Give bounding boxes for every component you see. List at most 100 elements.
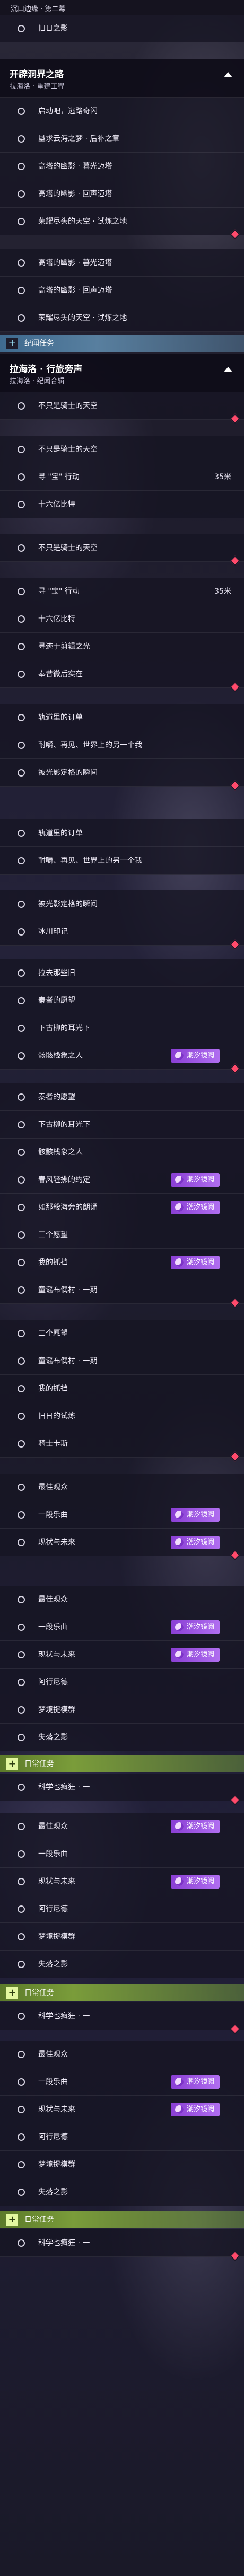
quest-item[interactable]: 高塔的幽影 · 回声迈塔: [0, 180, 244, 208]
quest-item[interactable]: 最佳观众: [0, 1474, 244, 1501]
quest-item[interactable]: 最佳观众: [0, 2041, 244, 2068]
quest-item[interactable]: 最佳观众 潮汐镜阙: [0, 1813, 244, 1840]
quest-item[interactable]: 旧日的试炼: [0, 1402, 244, 1430]
quest-label: 被光影定格的瞬间: [38, 769, 98, 777]
quest-item[interactable]: 高塔的幽影 · 暮光迈塔: [0, 249, 244, 277]
quest-item[interactable]: 寻 "宝" 行动 35米: [0, 463, 244, 491]
quest-item[interactable]: 现状与未来 潮汐镜阙: [0, 2096, 244, 2123]
quest-label: 骸骸栈象之人: [38, 1052, 83, 1060]
quest-item[interactable]: 最佳观众: [0, 1586, 244, 1613]
quest-item[interactable]: 寻迹于剪辑之光: [0, 633, 244, 660]
quest-item[interactable]: 梦境捉模群: [0, 1696, 244, 1724]
quest-item[interactable]: 一段乐曲 潮汐镜阙: [0, 2068, 244, 2096]
quest-item[interactable]: 骸骸栈象之人: [0, 1139, 244, 1166]
quest-item[interactable]: 拉去那些旧: [0, 959, 244, 987]
quest-status-ring-icon: [18, 1484, 25, 1491]
quest-item[interactable]: 高塔的幽影 · 回声迈塔: [0, 277, 244, 304]
quest-label: 下古柳的耳光下: [38, 1121, 90, 1129]
legend-quest-tag[interactable]: + 纪闻任务: [0, 335, 244, 352]
quest-item[interactable]: 荣耀尽头的天空 · 试炼之地: [0, 208, 244, 240]
quest-item[interactable]: 一段乐曲 潮汐镜阙: [0, 1501, 244, 1529]
quest-item[interactable]: 冰川印记: [0, 918, 244, 950]
quest-item[interactable]: 阿行尼德: [0, 1895, 244, 1923]
quest-label: 科学也疯狂 · 一: [38, 2012, 90, 2021]
quest-item[interactable]: 科学也疯狂 · 一: [0, 1774, 244, 1805]
quest-label: 高塔的幽影 · 暮光迈塔: [38, 162, 112, 171]
section-header[interactable]: 拉海洛 · 行旅旁声 拉海洛 · 纪闻合辑: [0, 354, 244, 392]
quest-item[interactable]: 秦者的愿望: [0, 1083, 244, 1111]
quest-item[interactable]: 秦者的愿望: [0, 987, 244, 1014]
quest-item[interactable]: 启动吧，逃路奇闪: [0, 98, 244, 125]
quest-label: 失落之影: [38, 1960, 68, 1969]
event-badge-label: 潮汐镜阙: [186, 1511, 214, 1519]
quest-item[interactable]: 骑士卡斯: [0, 1430, 244, 1462]
quest-item[interactable]: 现状与未来 潮汐镜阙: [0, 1529, 244, 1560]
quest-item[interactable]: 科学也疯狂 · 一: [0, 2229, 244, 2261]
quest-item[interactable]: 现状与未来 潮汐镜阙: [0, 1868, 244, 1895]
quest-item[interactable]: 垦求云海之梦 · 后补之章: [0, 125, 244, 153]
event-badge-label: 潮汐镜阙: [186, 1258, 214, 1266]
quest-item[interactable]: 耐嚼、再见、世界上的另一个我: [0, 847, 244, 875]
quest-item[interactable]: 十六亿比特: [0, 605, 244, 633]
quest-label: 下古柳的耳光下: [38, 1024, 90, 1033]
moon-icon: [175, 2105, 184, 2114]
quest-status-ring-icon: [18, 1850, 25, 1858]
quest-item[interactable]: 旧日之影: [0, 15, 244, 42]
quest-item[interactable]: 十六亿比特: [0, 491, 244, 518]
quest-item[interactable]: 梦境捉模群: [0, 1923, 244, 1951]
collapse-chevron-icon[interactable]: [224, 72, 232, 77]
quest-status-ring-icon: [18, 1878, 25, 1885]
daily-quest-tag[interactable]: + 日常任务: [0, 1755, 244, 1772]
quest-item[interactable]: 奉昔微后实在: [0, 660, 244, 692]
quest-item[interactable]: 三个愿望: [0, 1221, 244, 1249]
quest-status-ring-icon: [18, 1905, 25, 1913]
quest-item[interactable]: 不只是骑士的天空: [0, 534, 244, 566]
quest-item[interactable]: 阿行尼德: [0, 2123, 244, 2151]
quest-item[interactable]: 骸骸栈象之人 潮汐镜阙: [0, 1042, 244, 1074]
quest-item[interactable]: 轨道里的订单: [0, 819, 244, 847]
quest-item[interactable]: 童谣布偶村 · 一期: [0, 1347, 244, 1375]
quest-item[interactable]: 我的抓挡 潮汐镜阙: [0, 1249, 244, 1276]
daily-quest-tag[interactable]: + 日常任务: [0, 1984, 244, 2001]
section-header[interactable]: 开辟洞界之路 拉海洛 · 重建工程: [0, 59, 244, 98]
quest-item[interactable]: 梦境捉模群: [0, 2151, 244, 2178]
quest-label: 一段乐曲: [38, 1623, 68, 1631]
quest-item[interactable]: 一段乐曲: [0, 1840, 244, 1868]
quest-item[interactable]: 荣耀尽头的天空 · 试炼之地: [0, 304, 244, 332]
event-badge-label: 潮汐镜阙: [186, 1623, 214, 1631]
quest-status-ring-icon: [18, 997, 25, 1004]
quest-label: 轨道里的订单: [38, 829, 83, 837]
quest-item[interactable]: 不只是骑士的天空: [0, 392, 244, 424]
quest-label: 荣耀尽头的天空 · 试炼之地: [38, 314, 127, 322]
quest-item[interactable]: 如那般海旁的朗诵 潮汐镜阙: [0, 1194, 244, 1221]
quest-item[interactable]: 失落之影: [0, 1724, 244, 1751]
collapse-chevron-icon[interactable]: [224, 367, 232, 372]
distance-label: 35米: [214, 473, 231, 481]
quest-item[interactable]: 被光影定格的瞬间: [0, 759, 244, 791]
moon-icon: [175, 1511, 184, 1519]
quest-item[interactable]: 寻 "宝" 行动 35米: [0, 578, 244, 605]
quest-label: 现状与未来: [38, 1877, 75, 1886]
quest-item[interactable]: 下古柳的耳光下: [0, 1111, 244, 1139]
daily-quest-tag[interactable]: + 日常任务: [0, 2211, 244, 2228]
quest-item[interactable]: 阿行尼德: [0, 1669, 244, 1696]
quest-status-ring-icon: [18, 2078, 25, 2086]
quest-item[interactable]: 失落之影: [0, 2178, 244, 2206]
quest-item[interactable]: 三个愿望: [0, 1320, 244, 1347]
quest-item[interactable]: 童谣布偶村 · 一期: [0, 1276, 244, 1308]
quest-item[interactable]: 高塔的幽影 · 暮光迈塔: [0, 153, 244, 180]
quest-item[interactable]: 一段乐曲 潮汐镜阙: [0, 1613, 244, 1641]
quest-item[interactable]: 科学也疯狂 · 一: [0, 2002, 244, 2034]
quest-item[interactable]: 被光影定格的瞬间: [0, 890, 244, 918]
quest-item[interactable]: 下古柳的耳光下: [0, 1014, 244, 1042]
quest-item[interactable]: 春风轻拂的约定 潮汐镜阙: [0, 1166, 244, 1194]
quest-status-ring-icon: [18, 588, 25, 595]
quest-item[interactable]: 失落之影: [0, 1951, 244, 1978]
quest-item[interactable]: 我的抓挡: [0, 1375, 244, 1402]
quest-item[interactable]: 不只是骑士的天空: [0, 436, 244, 463]
quest-item[interactable]: 轨道里的订单: [0, 704, 244, 731]
quest-item[interactable]: 现状与未来 潮汐镜阙: [0, 1641, 244, 1669]
quest-label: 一段乐曲: [38, 2078, 68, 2086]
daily-quest-label: 日常任务: [24, 2216, 54, 2224]
quest-item[interactable]: 耐嚼、再见、世界上的另一个我: [0, 731, 244, 759]
